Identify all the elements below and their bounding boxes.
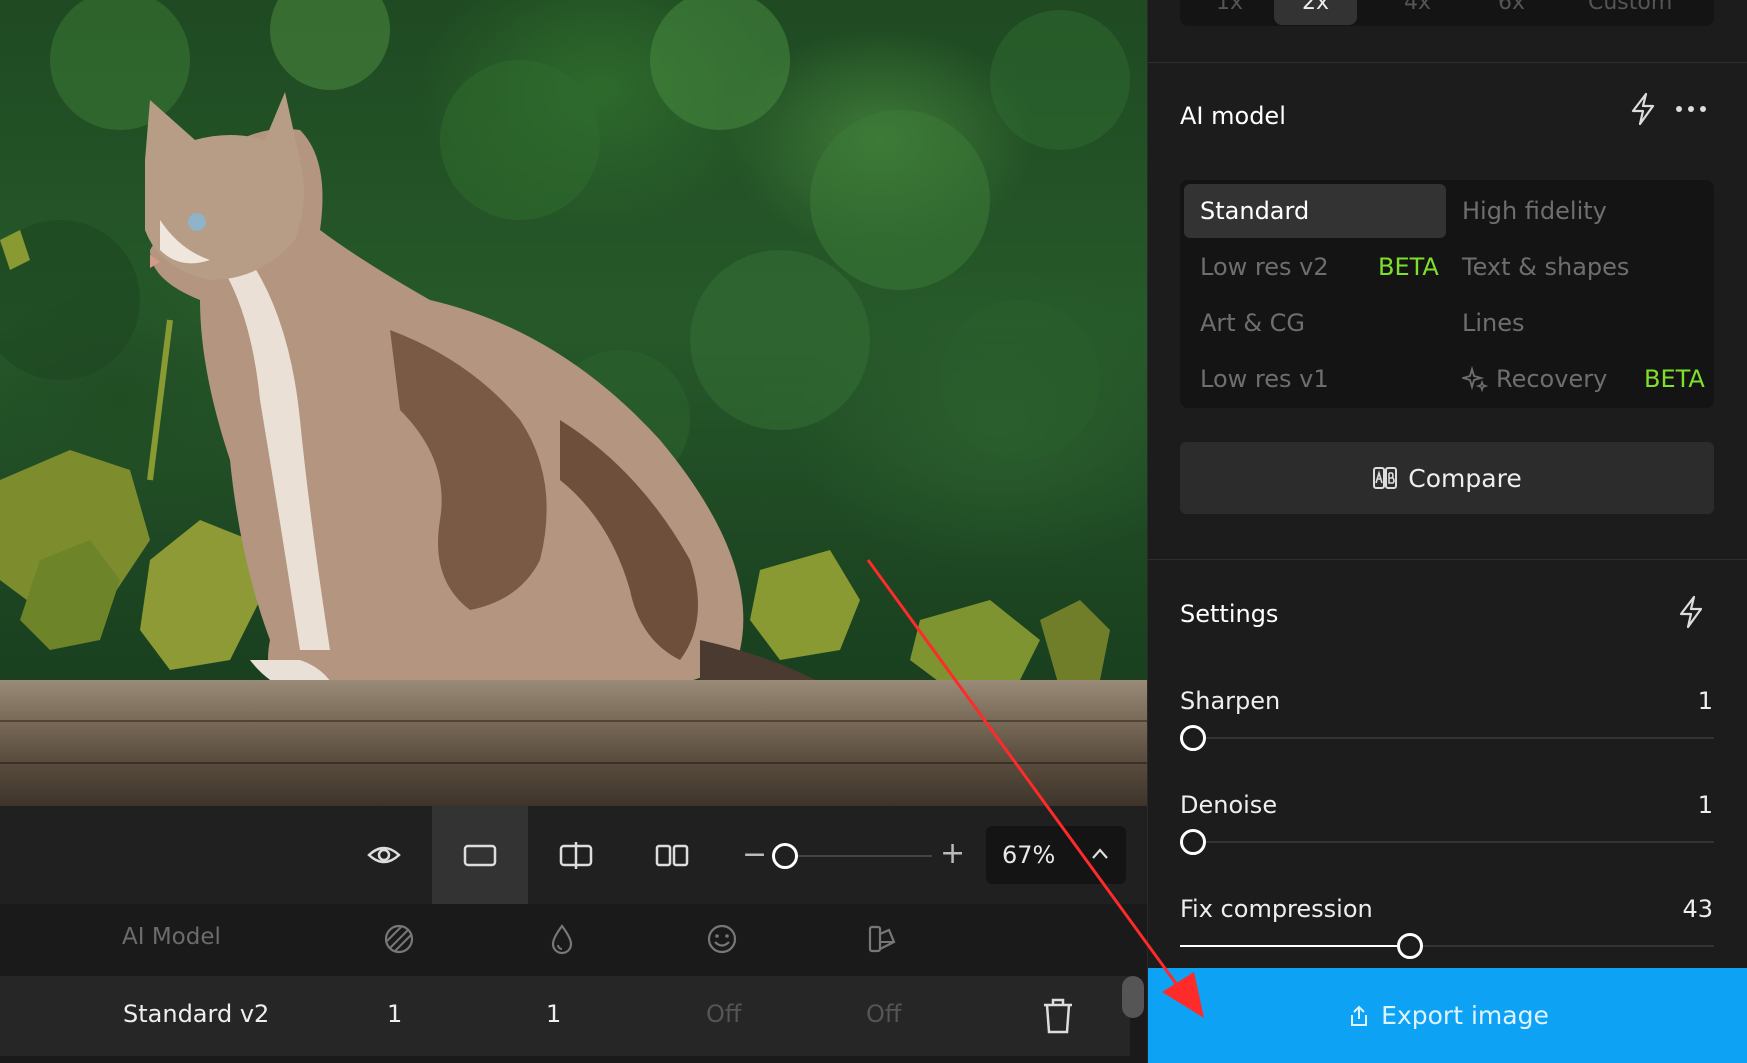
chevron-up-icon xyxy=(1092,848,1108,859)
sharpen-icon xyxy=(384,924,414,954)
sharpen-value: 1 xyxy=(1697,687,1713,715)
lightning-icon[interactable] xyxy=(1628,92,1658,126)
beta-badge: BETA xyxy=(1378,253,1439,281)
eye-icon xyxy=(367,846,401,864)
denoise-slider[interactable] xyxy=(1180,829,1714,855)
preview-toggle-button[interactable] xyxy=(336,806,432,904)
row-denoise: 1 xyxy=(546,1000,562,1028)
model-option-lines[interactable]: Lines xyxy=(1462,309,1525,337)
denoise-slider-handle[interactable] xyxy=(1180,829,1206,855)
tab-scale-custom[interactable]: Custom xyxy=(1588,0,1672,15)
export-image-button[interactable]: Export image xyxy=(1148,968,1747,1063)
compare-button[interactable]: Compare xyxy=(1180,442,1714,514)
compare-label: Compare xyxy=(1408,463,1522,493)
upload-icon xyxy=(1351,1005,1368,1026)
row-color: Off xyxy=(866,1000,902,1028)
split-view-button[interactable] xyxy=(528,806,624,904)
queue-header: AI Model xyxy=(0,904,1147,976)
denoise-drop-icon xyxy=(551,924,573,955)
export-image-label: Export image xyxy=(1381,1001,1549,1030)
beta-badge: BETA xyxy=(1644,365,1705,393)
zoom-value: 67% xyxy=(1002,841,1056,869)
sharpen-label: Sharpen xyxy=(1180,687,1281,715)
queue-scrollbar[interactable] xyxy=(1122,976,1144,1018)
zoom-slider-handle[interactable] xyxy=(772,843,798,869)
settings-panel: 1x 2x 4x 6x Custom AI model Standard Hig… xyxy=(1147,0,1747,1063)
wooden-rail xyxy=(0,680,1147,806)
zoom-in-button[interactable]: + xyxy=(940,839,965,869)
table-row[interactable]: Standard v2 1 1 Off Off xyxy=(0,976,1130,1056)
denoise-value: 1 xyxy=(1697,791,1713,819)
trash-icon[interactable] xyxy=(1040,996,1076,1036)
zoom-dropdown[interactable]: 67% xyxy=(986,826,1126,884)
sharpen-slider-handle[interactable] xyxy=(1180,725,1206,751)
denoise-label: Denoise xyxy=(1180,791,1278,819)
fix-compression-slider-handle[interactable] xyxy=(1397,933,1423,959)
color-adjust-icon xyxy=(868,925,896,953)
model-option-low-res-v2[interactable]: Low res v2 xyxy=(1200,253,1329,281)
settings-title: Settings xyxy=(1180,600,1279,628)
sparkle-icon xyxy=(1462,366,1488,392)
more-options-icon[interactable] xyxy=(1673,92,1709,126)
single-view-icon xyxy=(463,844,497,867)
compare-icon xyxy=(1373,467,1398,489)
row-model: Standard v2 xyxy=(123,1000,270,1028)
divider xyxy=(1148,559,1747,560)
sharpen-slider[interactable] xyxy=(1180,725,1714,751)
side-by-side-icon xyxy=(655,844,689,867)
fix-compression-value: 43 xyxy=(1682,895,1713,923)
single-view-button[interactable] xyxy=(432,806,528,904)
tab-scale-1x[interactable]: 1x xyxy=(1216,0,1243,15)
tab-scale-4x[interactable]: 4x xyxy=(1404,0,1431,15)
lightning-icon[interactable] xyxy=(1676,595,1706,629)
face-recovery-icon xyxy=(707,924,737,954)
tab-scale-6x[interactable]: 6x xyxy=(1498,0,1525,15)
scale-tabs: 1x 2x 4x 6x Custom xyxy=(1180,0,1714,26)
ai-model-title: AI model xyxy=(1180,102,1286,130)
model-option-standard[interactable]: Standard xyxy=(1184,184,1446,238)
fix-compression-label: Fix compression xyxy=(1180,895,1373,923)
split-view-icon xyxy=(559,842,593,869)
model-option-high-fidelity[interactable]: High fidelity xyxy=(1462,197,1607,225)
divider xyxy=(1148,62,1747,63)
fix-compression-slider[interactable] xyxy=(1180,933,1714,959)
model-option-art-cg[interactable]: Art & CG xyxy=(1200,309,1305,337)
ai-model-grid: Standard High fidelity Low res v2 BETA T… xyxy=(1180,180,1714,408)
side-by-side-button[interactable] xyxy=(624,806,720,904)
model-option-recovery[interactable]: Recovery xyxy=(1496,365,1607,393)
fix-compression-slider-fill xyxy=(1180,945,1410,947)
view-toolbar: − + 67% xyxy=(0,806,1147,904)
zoom-out-button[interactable]: − xyxy=(742,840,767,870)
tab-scale-2x[interactable]: 2x xyxy=(1274,0,1358,25)
model-option-low-res-v1[interactable]: Low res v1 xyxy=(1200,365,1329,393)
model-option-text-shapes[interactable]: Text & shapes xyxy=(1462,253,1629,281)
image-preview[interactable] xyxy=(0,0,1147,806)
row-sharpen: 1 xyxy=(387,1000,403,1028)
row-face: Off xyxy=(706,1000,742,1028)
queue-header-model: AI Model xyxy=(122,924,221,950)
